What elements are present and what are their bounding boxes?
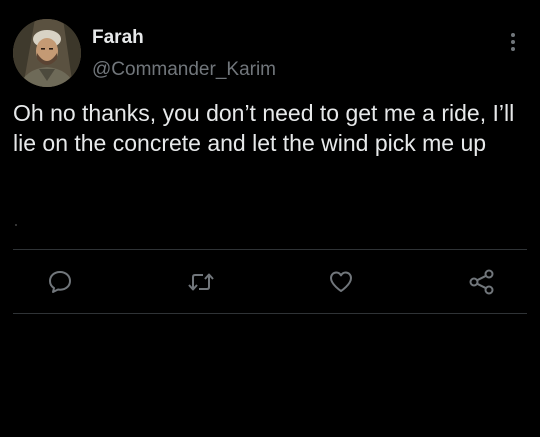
user-avatar[interactable] xyxy=(13,19,81,87)
author-handle[interactable]: @Commander_Karim xyxy=(92,59,276,81)
like-button[interactable] xyxy=(323,266,359,302)
share-icon xyxy=(468,268,496,301)
reply-button[interactable] xyxy=(42,266,78,302)
share-button[interactable] xyxy=(464,266,500,302)
more-vertical-icon[interactable] xyxy=(503,30,523,54)
heart-icon xyxy=(328,269,354,300)
divider-bottom xyxy=(13,313,527,314)
retweet-button[interactable] xyxy=(183,266,219,302)
divider-top xyxy=(13,249,527,250)
author-display-name[interactable]: Farah xyxy=(92,27,144,49)
reply-icon xyxy=(47,269,73,300)
decorative-dot xyxy=(15,224,17,226)
tweet-card[interactable]: Farah @Commander_Karim Oh no thanks, you… xyxy=(0,0,540,437)
tweet-text: Oh no thanks, you don’t need to get me a… xyxy=(13,100,521,156)
retweet-icon xyxy=(187,269,215,300)
action-bar xyxy=(0,266,540,302)
